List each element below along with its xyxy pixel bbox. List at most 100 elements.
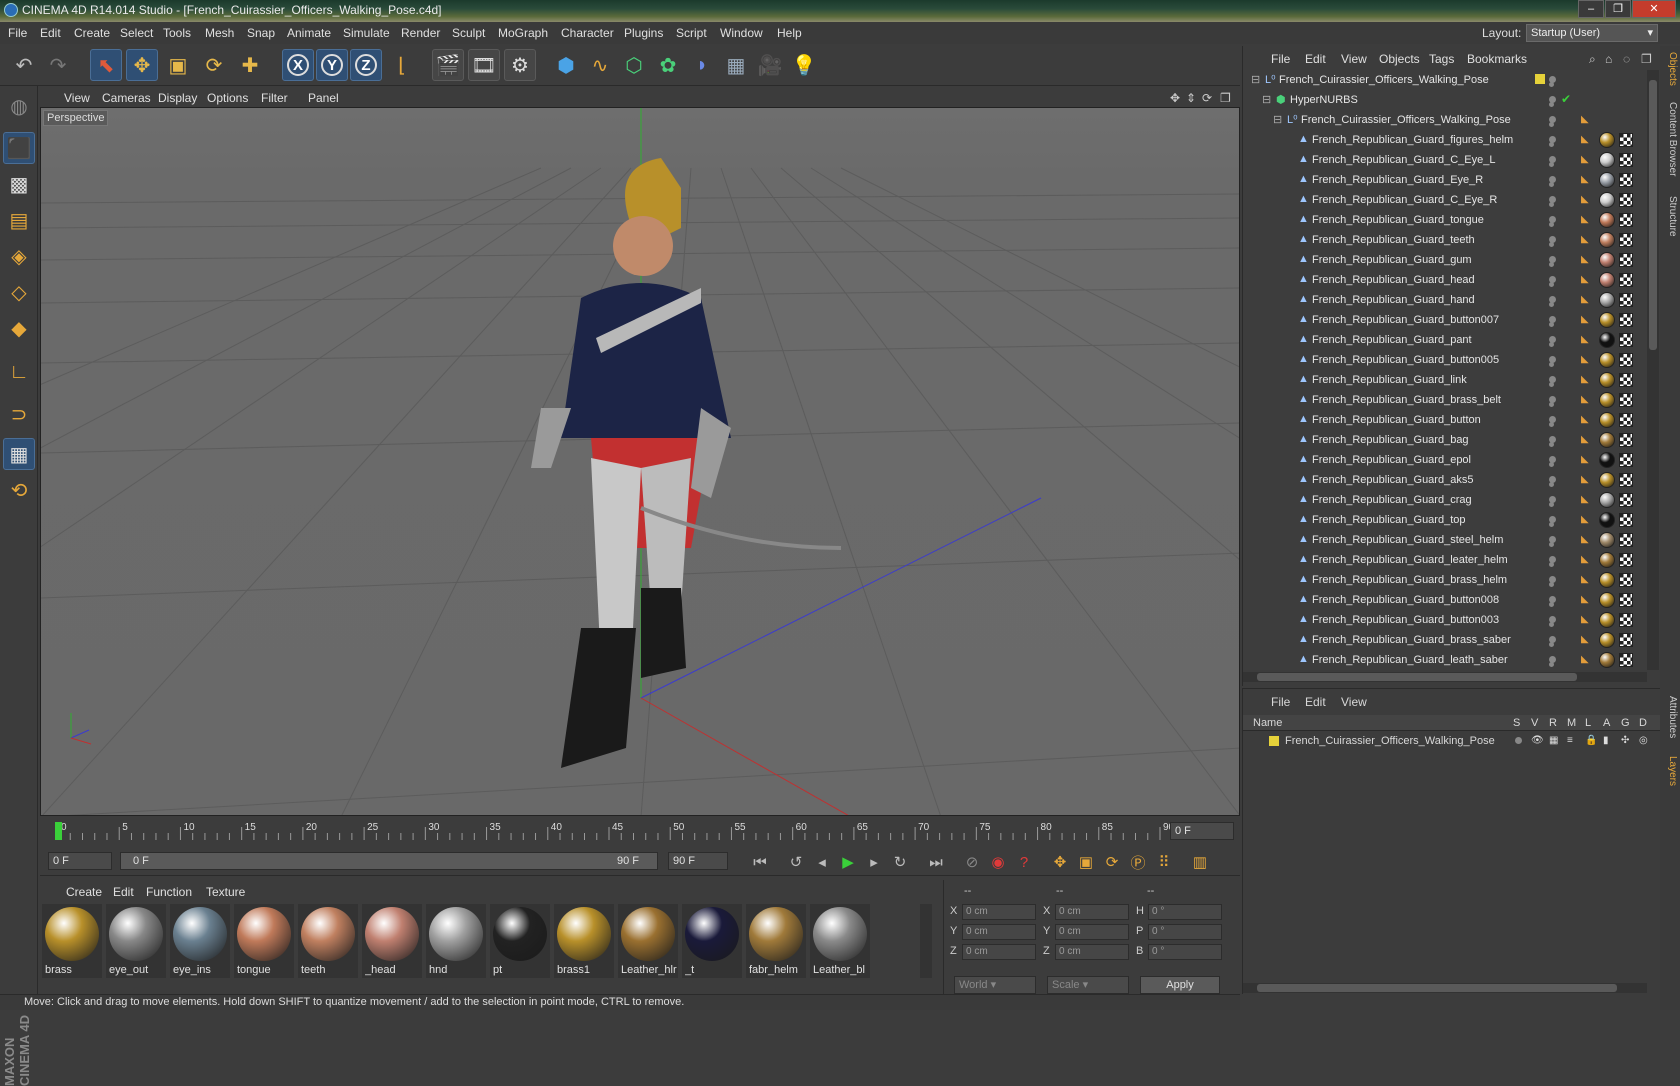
key-pla-icon[interactable]: ⠿ xyxy=(1152,851,1176,873)
menu-file[interactable]: File xyxy=(8,26,27,40)
expand-toggle-icon[interactable]: ⊟ xyxy=(1262,93,1274,106)
layer-color-swatch[interactable] xyxy=(1269,736,1279,746)
edges-mode-icon[interactable]: ◇ xyxy=(3,276,35,308)
layer-solo-toggle[interactable] xyxy=(1515,737,1522,744)
phong-tag-icon[interactable]: ◣ xyxy=(1581,134,1591,145)
phong-tag-icon[interactable]: ◣ xyxy=(1581,534,1591,545)
tab-attributes[interactable]: Attributes xyxy=(1662,696,1678,738)
material-tag-icon[interactable] xyxy=(1599,212,1615,228)
material-tag-icon[interactable] xyxy=(1599,612,1615,628)
phong-tag-icon[interactable]: ◣ xyxy=(1581,174,1591,185)
uvw-tag-icon[interactable] xyxy=(1619,273,1633,287)
object-name[interactable]: French_Cuirassier_Officers_Walking_Pose xyxy=(1279,74,1489,86)
object-name[interactable]: French_Republican_Guard_hand xyxy=(1312,294,1475,306)
object-row[interactable]: ⊟ ⬢ HyperNURBS ✔ xyxy=(1243,90,1647,110)
material-swatch[interactable]: Leather_bl xyxy=(810,904,870,978)
uvw-tag-icon[interactable] xyxy=(1619,293,1633,307)
object-row[interactable]: ▲ French_Republican_Guard_C_Eye_L ◣ xyxy=(1243,150,1647,170)
object-name[interactable]: French_Republican_Guard_figures_helm xyxy=(1312,134,1513,146)
coord-value-field[interactable]: 0 cm xyxy=(1055,904,1129,920)
render-visibility-dot[interactable] xyxy=(1549,462,1554,467)
object-name[interactable]: French_Republican_Guard_teeth xyxy=(1312,234,1475,246)
perspective-viewport[interactable]: Perspective xyxy=(40,107,1240,816)
object-row[interactable]: ▲ French_Republican_Guard_brass_belt ◣ xyxy=(1243,390,1647,410)
uvw-tag-icon[interactable] xyxy=(1619,393,1633,407)
coord-value-field[interactable]: 0 cm xyxy=(1055,924,1129,940)
move-tool-icon[interactable]: ✥ xyxy=(126,49,158,81)
uvw-tag-icon[interactable] xyxy=(1619,313,1633,327)
coord-value-field[interactable]: 0 ° xyxy=(1148,944,1222,960)
material-tag-icon[interactable] xyxy=(1599,272,1615,288)
viewport-menu-cameras[interactable]: Cameras xyxy=(102,91,151,105)
search-icon[interactable]: ⌕ xyxy=(1589,52,1596,67)
phong-tag-icon[interactable]: ◣ xyxy=(1581,154,1591,165)
uvw-tag-icon[interactable] xyxy=(1619,453,1633,467)
workplane-lock-icon[interactable]: ▦ xyxy=(3,438,35,470)
object-name[interactable]: French_Cuirassier_Officers_Walking_Pose xyxy=(1301,114,1511,126)
object-name[interactable]: French_Republican_Guard_tongue xyxy=(1312,214,1484,226)
phong-tag-icon[interactable]: ◣ xyxy=(1581,234,1591,245)
go-to-start-icon[interactable]: ⏮ xyxy=(748,851,772,873)
rotate-tool-icon[interactable]: ⟳ xyxy=(198,49,230,81)
material-menu-function[interactable]: Function xyxy=(146,885,192,899)
start-frame-field[interactable]: 0 F xyxy=(48,852,112,870)
light-icon[interactable]: 💡 xyxy=(788,49,820,81)
viewport-menu-panel[interactable]: Panel xyxy=(308,91,339,105)
viewport-menu-filter[interactable]: Filter xyxy=(261,91,288,105)
material-tag-icon[interactable] xyxy=(1599,232,1615,248)
expand-toggle-icon[interactable]: ⊟ xyxy=(1273,113,1285,126)
y-axis-lock-button[interactable]: Y xyxy=(316,49,348,81)
render-visibility-dot[interactable] xyxy=(1549,362,1554,367)
phong-tag-icon[interactable]: ◣ xyxy=(1581,554,1591,565)
tab-structure[interactable]: Structure xyxy=(1662,196,1678,237)
menu-character[interactable]: Character xyxy=(561,26,614,40)
render-visibility-dot[interactable] xyxy=(1549,262,1554,267)
undo-icon[interactable]: ↶ xyxy=(8,49,40,81)
phong-tag-icon[interactable]: ◣ xyxy=(1581,574,1591,585)
phong-tag-icon[interactable]: ◣ xyxy=(1581,334,1591,345)
material-tag-icon[interactable] xyxy=(1599,532,1615,548)
object-name[interactable]: French_Republican_Guard_head xyxy=(1312,274,1475,286)
menu-snap[interactable]: Snap xyxy=(247,26,275,40)
keyframe-selection-icon[interactable]: ? xyxy=(1012,851,1036,873)
key-scale-icon[interactable]: ▣ xyxy=(1074,851,1098,873)
layer-render-icon[interactable]: ▦ xyxy=(1549,735,1558,746)
material-swatch[interactable]: Leather_hlr xyxy=(618,904,678,978)
redo-icon[interactable]: ↷ xyxy=(42,49,74,81)
size-mode-select[interactable]: Scale ▾ xyxy=(1047,976,1129,994)
timeline-ruler[interactable]: 0 5 10 15 20 25 30 35 40 45 50 55 60 65 70 75 80 85 90 0 F xyxy=(40,818,1240,844)
material-tag-icon[interactable] xyxy=(1599,452,1615,468)
uvw-tag-icon[interactable] xyxy=(1619,213,1633,227)
material-tag-icon[interactable] xyxy=(1599,512,1615,528)
uvw-tag-icon[interactable] xyxy=(1619,373,1633,387)
material-swatch[interactable]: tongue xyxy=(234,904,294,978)
layer-menu-view[interactable]: View xyxy=(1341,695,1367,709)
object-row[interactable]: ▲ French_Republican_Guard_aks5 ◣ xyxy=(1243,470,1647,490)
minimize-button[interactable]: – xyxy=(1578,0,1604,18)
menu-render[interactable]: Render xyxy=(401,26,440,40)
phong-tag-icon[interactable]: ◣ xyxy=(1581,294,1591,305)
uvw-tag-icon[interactable] xyxy=(1619,513,1633,527)
menu-plugins[interactable]: Plugins xyxy=(624,26,663,40)
material-swatch[interactable]: _t xyxy=(682,904,742,978)
phong-tag-icon[interactable]: ◣ xyxy=(1581,614,1591,625)
object-hscrollbar[interactable] xyxy=(1243,672,1647,682)
object-name[interactable]: French_Republican_Guard_brass_helm xyxy=(1312,574,1507,586)
next-key-icon[interactable]: ↻ xyxy=(888,851,912,873)
render-visibility-dot[interactable] xyxy=(1549,342,1554,347)
phong-tag-icon[interactable]: ◣ xyxy=(1581,454,1591,465)
object-name[interactable]: French_Republican_Guard_steel_helm xyxy=(1312,534,1503,546)
material-tag-icon[interactable] xyxy=(1599,332,1615,348)
uvw-tag-icon[interactable] xyxy=(1619,533,1633,547)
uvw-tag-icon[interactable] xyxy=(1619,653,1633,667)
locked-workplane-icon[interactable]: ⟲ xyxy=(3,474,35,506)
menu-tools[interactable]: Tools xyxy=(163,26,191,40)
home-icon[interactable]: ⌂ xyxy=(1605,52,1612,66)
uvw-tag-icon[interactable] xyxy=(1619,493,1633,507)
menu-create[interactable]: Create xyxy=(74,26,110,40)
phong-tag-icon[interactable]: ◣ xyxy=(1581,654,1591,665)
object-row[interactable]: ▲ French_Republican_Guard_epol ◣ xyxy=(1243,450,1647,470)
render-visibility-dot[interactable] xyxy=(1549,602,1554,607)
tab-content-browser[interactable]: Content Browser xyxy=(1662,102,1678,176)
render-visibility-dot[interactable] xyxy=(1549,582,1554,587)
